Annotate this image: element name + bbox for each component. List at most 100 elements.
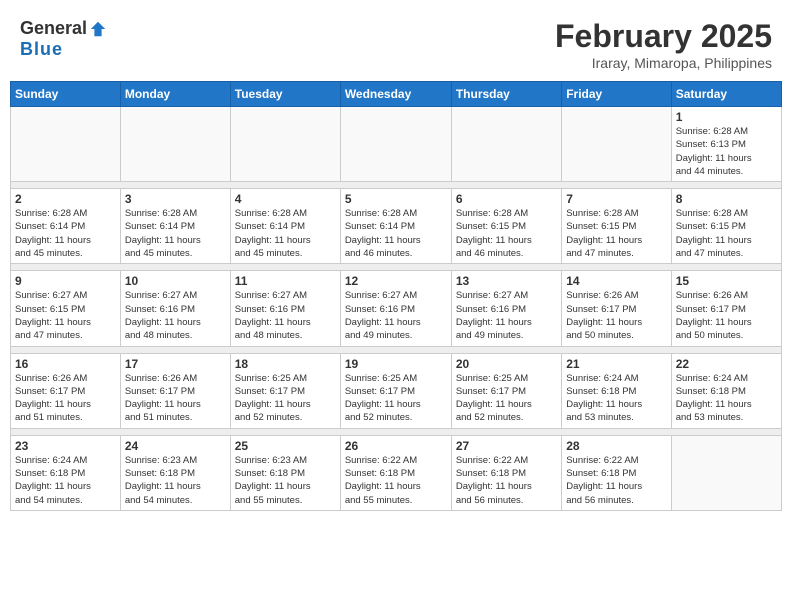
calendar-day-cell: 12Sunrise: 6:27 AM Sunset: 6:16 PM Dayli… bbox=[340, 271, 451, 346]
title-area: February 2025 Iraray, Mimaropa, Philippi… bbox=[555, 18, 772, 71]
day-info: Sunrise: 6:24 AM Sunset: 6:18 PM Dayligh… bbox=[566, 372, 666, 425]
calendar-spacer-row bbox=[11, 428, 782, 435]
day-number: 8 bbox=[676, 192, 777, 206]
day-info: Sunrise: 6:24 AM Sunset: 6:18 PM Dayligh… bbox=[15, 454, 116, 507]
day-info: Sunrise: 6:23 AM Sunset: 6:18 PM Dayligh… bbox=[235, 454, 336, 507]
day-number: 21 bbox=[566, 357, 666, 371]
day-info: Sunrise: 6:28 AM Sunset: 6:14 PM Dayligh… bbox=[125, 207, 226, 260]
location-text: Iraray, Mimaropa, Philippines bbox=[555, 55, 772, 71]
day-number: 4 bbox=[235, 192, 336, 206]
calendar-day-cell: 19Sunrise: 6:25 AM Sunset: 6:17 PM Dayli… bbox=[340, 353, 451, 428]
day-number: 26 bbox=[345, 439, 447, 453]
calendar-day-cell: 4Sunrise: 6:28 AM Sunset: 6:14 PM Daylig… bbox=[230, 189, 340, 264]
day-info: Sunrise: 6:28 AM Sunset: 6:15 PM Dayligh… bbox=[456, 207, 557, 260]
calendar-day-cell bbox=[340, 107, 451, 182]
day-number: 1 bbox=[676, 110, 777, 124]
day-number: 25 bbox=[235, 439, 336, 453]
calendar-day-cell: 13Sunrise: 6:27 AM Sunset: 6:16 PM Dayli… bbox=[451, 271, 561, 346]
calendar-day-cell: 20Sunrise: 6:25 AM Sunset: 6:17 PM Dayli… bbox=[451, 353, 561, 428]
calendar-day-cell: 2Sunrise: 6:28 AM Sunset: 6:14 PM Daylig… bbox=[11, 189, 121, 264]
day-info: Sunrise: 6:26 AM Sunset: 6:17 PM Dayligh… bbox=[125, 372, 226, 425]
calendar-spacer-row bbox=[11, 346, 782, 353]
calendar-day-cell: 5Sunrise: 6:28 AM Sunset: 6:14 PM Daylig… bbox=[340, 189, 451, 264]
calendar-day-cell: 15Sunrise: 6:26 AM Sunset: 6:17 PM Dayli… bbox=[671, 271, 781, 346]
calendar-week-row: 2Sunrise: 6:28 AM Sunset: 6:14 PM Daylig… bbox=[11, 189, 782, 264]
calendar-day-cell: 18Sunrise: 6:25 AM Sunset: 6:17 PM Dayli… bbox=[230, 353, 340, 428]
day-number: 22 bbox=[676, 357, 777, 371]
day-number: 9 bbox=[15, 274, 116, 288]
logo-general-text: General bbox=[20, 18, 87, 39]
calendar-day-cell bbox=[11, 107, 121, 182]
calendar-day-cell: 9Sunrise: 6:27 AM Sunset: 6:15 PM Daylig… bbox=[11, 271, 121, 346]
calendar-week-row: 16Sunrise: 6:26 AM Sunset: 6:17 PM Dayli… bbox=[11, 353, 782, 428]
day-info: Sunrise: 6:26 AM Sunset: 6:17 PM Dayligh… bbox=[566, 289, 666, 342]
calendar-day-cell bbox=[451, 107, 561, 182]
day-info: Sunrise: 6:25 AM Sunset: 6:17 PM Dayligh… bbox=[235, 372, 336, 425]
calendar-week-row: 23Sunrise: 6:24 AM Sunset: 6:18 PM Dayli… bbox=[11, 435, 782, 510]
calendar-day-cell bbox=[120, 107, 230, 182]
weekday-header-wednesday: Wednesday bbox=[340, 82, 451, 107]
day-info: Sunrise: 6:27 AM Sunset: 6:15 PM Dayligh… bbox=[15, 289, 116, 342]
day-number: 19 bbox=[345, 357, 447, 371]
day-number: 6 bbox=[456, 192, 557, 206]
day-info: Sunrise: 6:28 AM Sunset: 6:14 PM Dayligh… bbox=[345, 207, 447, 260]
calendar-week-row: 1Sunrise: 6:28 AM Sunset: 6:13 PM Daylig… bbox=[11, 107, 782, 182]
day-number: 2 bbox=[15, 192, 116, 206]
day-info: Sunrise: 6:26 AM Sunset: 6:17 PM Dayligh… bbox=[676, 289, 777, 342]
calendar-day-cell: 23Sunrise: 6:24 AM Sunset: 6:18 PM Dayli… bbox=[11, 435, 121, 510]
day-number: 23 bbox=[15, 439, 116, 453]
day-number: 13 bbox=[456, 274, 557, 288]
calendar-day-cell: 6Sunrise: 6:28 AM Sunset: 6:15 PM Daylig… bbox=[451, 189, 561, 264]
weekday-header-sunday: Sunday bbox=[11, 82, 121, 107]
calendar-day-cell: 22Sunrise: 6:24 AM Sunset: 6:18 PM Dayli… bbox=[671, 353, 781, 428]
calendar-day-cell: 26Sunrise: 6:22 AM Sunset: 6:18 PM Dayli… bbox=[340, 435, 451, 510]
calendar-day-cell: 28Sunrise: 6:22 AM Sunset: 6:18 PM Dayli… bbox=[562, 435, 671, 510]
calendar-day-cell: 1Sunrise: 6:28 AM Sunset: 6:13 PM Daylig… bbox=[671, 107, 781, 182]
day-info: Sunrise: 6:25 AM Sunset: 6:17 PM Dayligh… bbox=[345, 372, 447, 425]
calendar-day-cell: 3Sunrise: 6:28 AM Sunset: 6:14 PM Daylig… bbox=[120, 189, 230, 264]
day-info: Sunrise: 6:27 AM Sunset: 6:16 PM Dayligh… bbox=[125, 289, 226, 342]
day-number: 12 bbox=[345, 274, 447, 288]
calendar-day-cell: 21Sunrise: 6:24 AM Sunset: 6:18 PM Dayli… bbox=[562, 353, 671, 428]
day-number: 24 bbox=[125, 439, 226, 453]
day-number: 17 bbox=[125, 357, 226, 371]
calendar-day-cell: 7Sunrise: 6:28 AM Sunset: 6:15 PM Daylig… bbox=[562, 189, 671, 264]
calendar-day-cell: 11Sunrise: 6:27 AM Sunset: 6:16 PM Dayli… bbox=[230, 271, 340, 346]
calendar-day-cell bbox=[562, 107, 671, 182]
day-info: Sunrise: 6:27 AM Sunset: 6:16 PM Dayligh… bbox=[345, 289, 447, 342]
day-info: Sunrise: 6:28 AM Sunset: 6:14 PM Dayligh… bbox=[235, 207, 336, 260]
day-info: Sunrise: 6:26 AM Sunset: 6:17 PM Dayligh… bbox=[15, 372, 116, 425]
calendar-day-cell: 8Sunrise: 6:28 AM Sunset: 6:15 PM Daylig… bbox=[671, 189, 781, 264]
calendar-day-cell: 24Sunrise: 6:23 AM Sunset: 6:18 PM Dayli… bbox=[120, 435, 230, 510]
calendar-day-cell: 14Sunrise: 6:26 AM Sunset: 6:17 PM Dayli… bbox=[562, 271, 671, 346]
day-number: 14 bbox=[566, 274, 666, 288]
calendar-day-cell bbox=[671, 435, 781, 510]
day-info: Sunrise: 6:22 AM Sunset: 6:18 PM Dayligh… bbox=[456, 454, 557, 507]
calendar-header-row: SundayMondayTuesdayWednesdayThursdayFrid… bbox=[11, 82, 782, 107]
calendar-day-cell: 25Sunrise: 6:23 AM Sunset: 6:18 PM Dayli… bbox=[230, 435, 340, 510]
calendar-day-cell: 10Sunrise: 6:27 AM Sunset: 6:16 PM Dayli… bbox=[120, 271, 230, 346]
page-header: General Blue February 2025 Iraray, Mimar… bbox=[10, 10, 782, 75]
weekday-header-friday: Friday bbox=[562, 82, 671, 107]
calendar-spacer-row bbox=[11, 182, 782, 189]
day-number: 15 bbox=[676, 274, 777, 288]
logo: General Blue bbox=[20, 18, 107, 60]
day-number: 3 bbox=[125, 192, 226, 206]
weekday-header-tuesday: Tuesday bbox=[230, 82, 340, 107]
logo-blue-text: Blue bbox=[20, 39, 63, 60]
day-info: Sunrise: 6:23 AM Sunset: 6:18 PM Dayligh… bbox=[125, 454, 226, 507]
month-title: February 2025 bbox=[555, 18, 772, 55]
calendar-spacer-row bbox=[11, 264, 782, 271]
weekday-header-thursday: Thursday bbox=[451, 82, 561, 107]
day-number: 7 bbox=[566, 192, 666, 206]
day-info: Sunrise: 6:27 AM Sunset: 6:16 PM Dayligh… bbox=[456, 289, 557, 342]
day-info: Sunrise: 6:28 AM Sunset: 6:14 PM Dayligh… bbox=[15, 207, 116, 260]
day-info: Sunrise: 6:28 AM Sunset: 6:13 PM Dayligh… bbox=[676, 125, 777, 178]
day-number: 18 bbox=[235, 357, 336, 371]
calendar-day-cell: 17Sunrise: 6:26 AM Sunset: 6:17 PM Dayli… bbox=[120, 353, 230, 428]
day-info: Sunrise: 6:27 AM Sunset: 6:16 PM Dayligh… bbox=[235, 289, 336, 342]
day-number: 16 bbox=[15, 357, 116, 371]
calendar-day-cell bbox=[230, 107, 340, 182]
day-info: Sunrise: 6:22 AM Sunset: 6:18 PM Dayligh… bbox=[345, 454, 447, 507]
day-number: 10 bbox=[125, 274, 226, 288]
